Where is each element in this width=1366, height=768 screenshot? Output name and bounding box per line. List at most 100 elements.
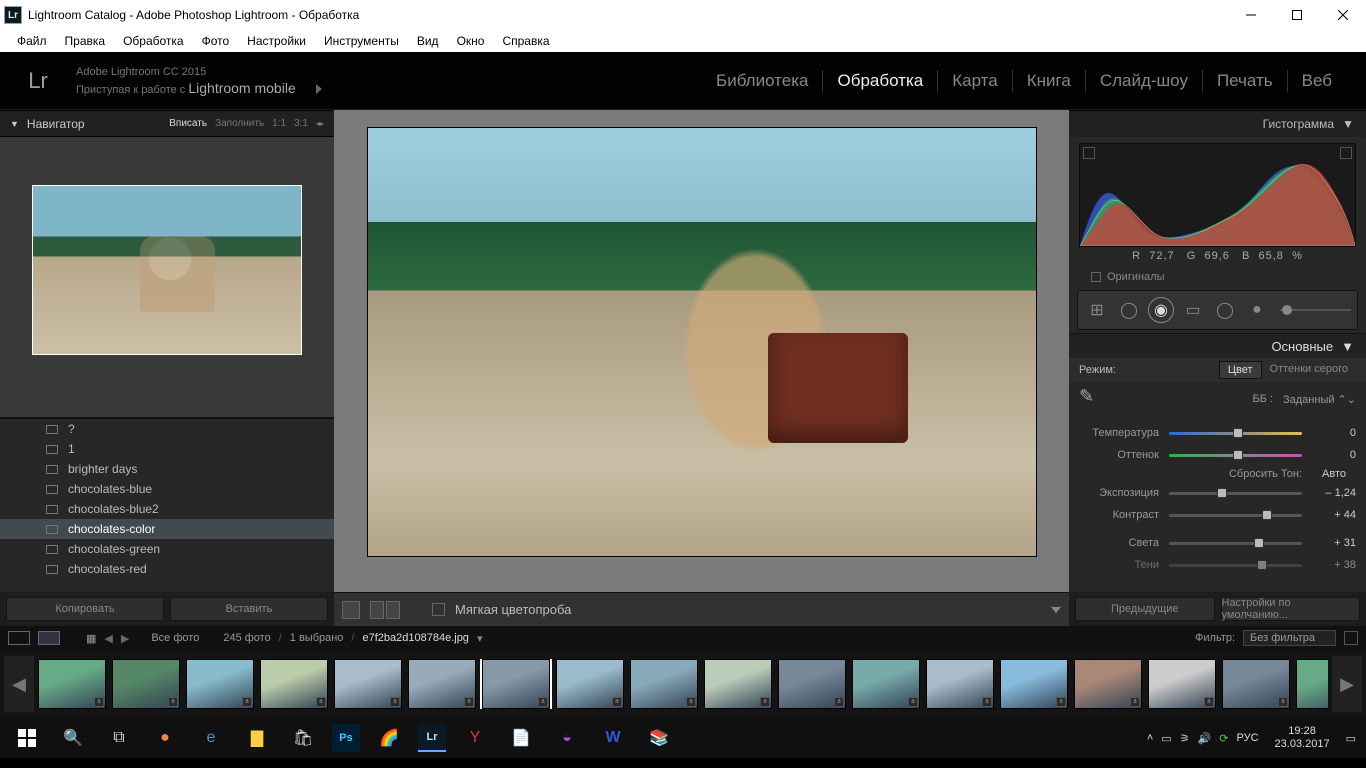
- window-minimize-button[interactable]: [1228, 0, 1274, 30]
- originals-checkbox[interactable]: [1091, 272, 1101, 282]
- preset-chocolates-blue[interactable]: chocolates-blue: [0, 479, 334, 499]
- tint-value[interactable]: 0: [1312, 449, 1356, 461]
- preset-brighter days[interactable]: brighter days: [0, 459, 334, 479]
- shadows-value[interactable]: + 38: [1312, 559, 1356, 571]
- treatment-color-button[interactable]: Цвет: [1219, 361, 1262, 379]
- tint-slider[interactable]: [1169, 451, 1302, 459]
- contrast-value[interactable]: + 44: [1312, 509, 1356, 521]
- module-Обработка[interactable]: Обработка: [823, 70, 938, 92]
- preset-chocolates-blue2[interactable]: chocolates-blue2: [0, 499, 334, 519]
- treatment-grayscale-button[interactable]: Оттенки серого: [1262, 361, 1356, 379]
- navigator-header[interactable]: ▼ Навигатор ВписатьЗаполнить1:13:1◂▸: [0, 110, 334, 137]
- secondary-display-button[interactable]: [38, 631, 60, 645]
- copy-settings-button[interactable]: Копировать: [6, 597, 164, 621]
- filmstrip-thumb[interactable]: ±: [1296, 659, 1328, 709]
- menu-Справка[interactable]: Справка: [493, 32, 558, 50]
- filmstrip-thumb[interactable]: ±: [112, 659, 180, 709]
- temperature-value[interactable]: 0: [1312, 427, 1356, 439]
- graduated-filter-tool-icon[interactable]: ▭: [1180, 297, 1206, 323]
- action-center-icon[interactable]: ▭: [1346, 732, 1356, 745]
- before-after-split-button[interactable]: [386, 601, 400, 619]
- auto-tone-button[interactable]: Авто: [1322, 468, 1346, 480]
- preset-?[interactable]: ?: [0, 419, 334, 439]
- basic-panel-header[interactable]: Основные ▼: [1069, 334, 1366, 358]
- preset-chocolates-red[interactable]: chocolates-red: [0, 559, 334, 579]
- exposure-slider[interactable]: [1169, 489, 1302, 497]
- shadows-slider[interactable]: [1169, 561, 1302, 569]
- menu-Инструменты[interactable]: Инструменты: [315, 32, 408, 50]
- redeye-tool-icon[interactable]: ◉: [1148, 297, 1174, 323]
- notepad-icon[interactable]: 📄: [498, 718, 544, 758]
- navigator-thumbnail[interactable]: [32, 185, 302, 355]
- volume-icon[interactable]: 🔊: [1198, 732, 1212, 745]
- radial-filter-tool-icon[interactable]: ◯: [1212, 297, 1238, 323]
- reset-settings-button[interactable]: Настройки по умолчанию...: [1221, 597, 1361, 621]
- filmstrip-thumb[interactable]: ±: [186, 659, 254, 709]
- filmstrip-thumb[interactable]: ±: [38, 659, 106, 709]
- white-balance-picker-icon[interactable]: ✎: [1079, 386, 1105, 412]
- source-label[interactable]: Все фото: [151, 632, 199, 644]
- preset-1[interactable]: 1: [0, 439, 334, 459]
- histogram-header[interactable]: Гистограмма ▼: [1069, 110, 1366, 137]
- tray-overflow-icon[interactable]: ˄: [1147, 732, 1153, 744]
- filmstrip-thumb[interactable]: ±: [482, 659, 550, 709]
- preset-chocolates-color[interactable]: chocolates-color: [0, 519, 334, 539]
- filmstrip-thumb[interactable]: ±: [556, 659, 624, 709]
- reset-tone-label[interactable]: Сбросить Тон:: [1229, 468, 1302, 480]
- filmstrip-thumb[interactable]: ±: [1222, 659, 1290, 709]
- zoom-Вписать[interactable]: Вписать: [169, 118, 207, 129]
- module-Карта[interactable]: Карта: [938, 70, 1013, 92]
- paste-settings-button[interactable]: Вставить: [170, 597, 328, 621]
- filmstrip-scroll-left[interactable]: ◀: [4, 656, 34, 712]
- filename-menu-icon[interactable]: ▾: [477, 632, 483, 645]
- primary-display-button[interactable]: [8, 631, 30, 645]
- module-Печать[interactable]: Печать: [1203, 70, 1288, 92]
- menu-Вид[interactable]: Вид: [408, 32, 448, 50]
- filmstrip-thumb[interactable]: ±: [704, 659, 772, 709]
- contrast-slider[interactable]: [1169, 511, 1302, 519]
- menu-Обработка[interactable]: Обработка: [114, 32, 193, 50]
- brush-tool-icon[interactable]: ●: [1244, 297, 1270, 323]
- viber-icon[interactable]: ◒: [544, 718, 590, 758]
- loupe-view-button[interactable]: [342, 601, 360, 619]
- input-language[interactable]: РУС: [1237, 732, 1259, 744]
- before-after-yy-button[interactable]: [370, 601, 384, 619]
- exposure-value[interactable]: – 1,24: [1312, 487, 1356, 499]
- module-Книга[interactable]: Книга: [1013, 70, 1086, 92]
- menu-Фото[interactable]: Фото: [193, 32, 239, 50]
- back-nav-icon[interactable]: ◀: [104, 632, 112, 645]
- menu-Настройки[interactable]: Настройки: [238, 32, 315, 50]
- search-icon[interactable]: 🔍: [50, 718, 96, 758]
- main-photo[interactable]: [367, 127, 1037, 557]
- highlights-value[interactable]: + 31: [1312, 537, 1356, 549]
- window-maximize-button[interactable]: [1274, 0, 1320, 30]
- filmstrip-thumb[interactable]: ±: [408, 659, 476, 709]
- zoom-Заполнить[interactable]: Заполнить: [215, 118, 264, 129]
- filter-lock-icon[interactable]: [1344, 631, 1358, 645]
- filter-dropdown[interactable]: Без фильтра: [1243, 630, 1336, 646]
- highlights-slider[interactable]: [1169, 539, 1302, 547]
- filmstrip-thumb[interactable]: ±: [260, 659, 328, 709]
- store-icon[interactable]: 🛍: [280, 718, 326, 758]
- filmstrip-scroll-right[interactable]: ▶: [1332, 656, 1362, 712]
- tool-size-slider[interactable]: [1280, 309, 1351, 311]
- menu-Файл[interactable]: Файл: [8, 32, 56, 50]
- winrar-icon[interactable]: 📚: [636, 718, 682, 758]
- zoom-3:1[interactable]: 3:1: [294, 118, 308, 129]
- filmstrip-thumb[interactable]: ±: [630, 659, 698, 709]
- task-view-icon[interactable]: ⧉: [96, 718, 142, 758]
- battery-icon[interactable]: ▭: [1161, 732, 1171, 745]
- disclosure-triangle-icon[interactable]: ▼: [1342, 117, 1354, 131]
- start-button[interactable]: [4, 718, 50, 758]
- toolbar-menu-icon[interactable]: [1051, 607, 1061, 613]
- grid-view-icon[interactable]: ▦: [86, 632, 96, 645]
- softproof-checkbox[interactable]: [432, 603, 445, 616]
- module-Слайд-шоу[interactable]: Слайд-шоу: [1086, 70, 1203, 92]
- menu-Правка[interactable]: Правка: [56, 32, 115, 50]
- zoom-1:1[interactable]: 1:1: [272, 118, 286, 129]
- filmstrip-thumb[interactable]: ±: [1074, 659, 1142, 709]
- lightroom-mobile-link[interactable]: Lightroom mobile: [188, 80, 295, 96]
- window-close-button[interactable]: [1320, 0, 1366, 30]
- filmstrip-thumb[interactable]: ±: [1000, 659, 1068, 709]
- forward-nav-icon[interactable]: ▶: [121, 632, 129, 645]
